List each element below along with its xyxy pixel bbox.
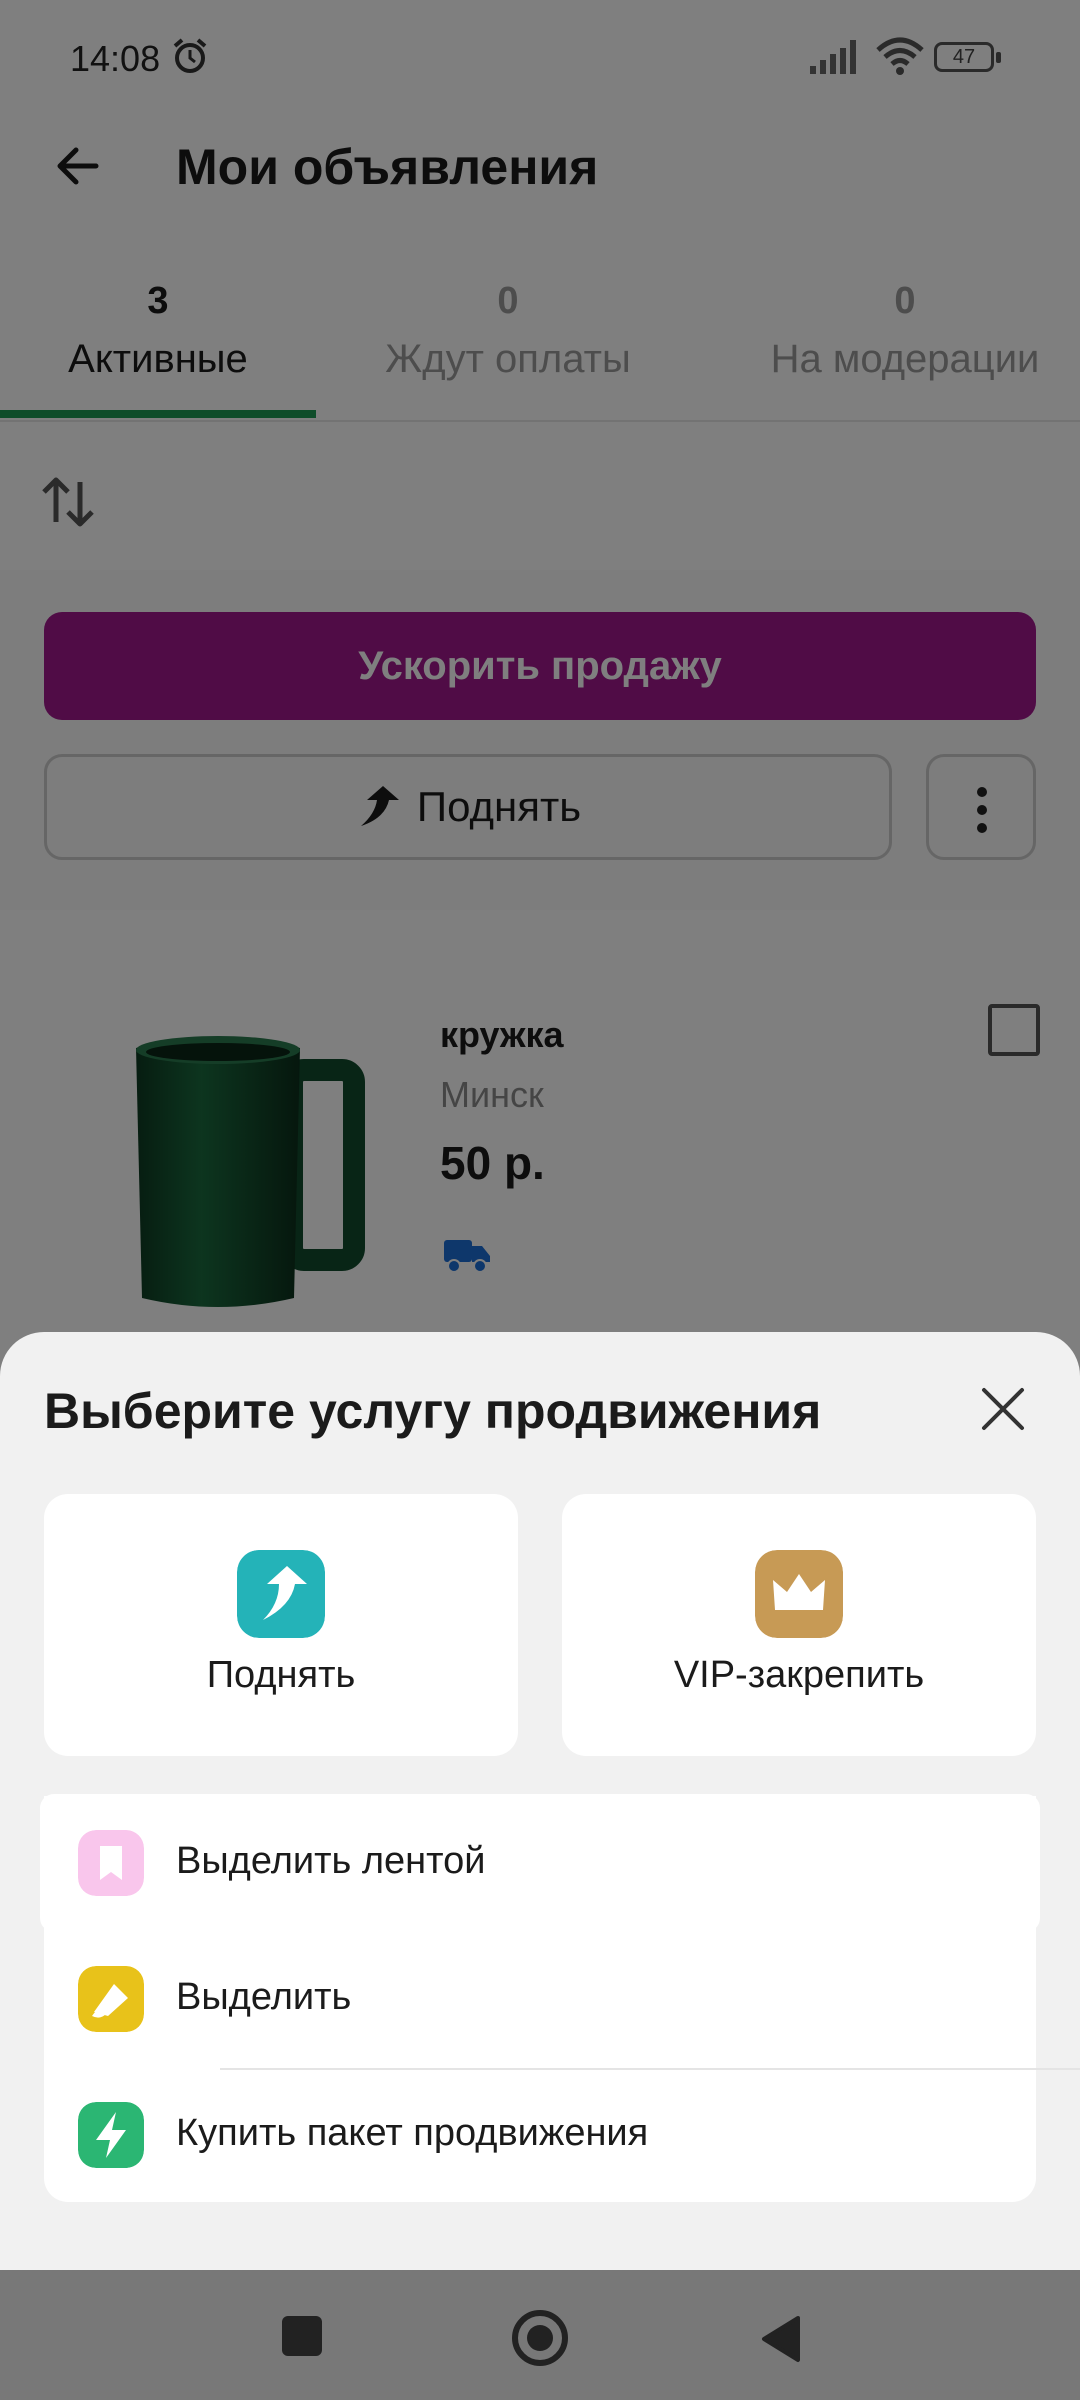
tile-label: VIP-закрепить: [673, 1654, 925, 1696]
vip-pin-tile[interactable]: VIP-закрепить: [562, 1494, 1036, 1756]
crown-icon: [755, 1550, 843, 1638]
tile-label: Поднять: [206, 1654, 356, 1696]
option-buy-package[interactable]: Купить пакет продвижения: [44, 2068, 1036, 2202]
option-label: Выделить: [176, 1976, 352, 2018]
option-label: Выделить лентой: [176, 1840, 486, 1882]
paint-icon: [78, 1966, 144, 2032]
home-icon[interactable]: [512, 2310, 568, 2366]
back-triangle-icon[interactable]: [758, 2314, 802, 2364]
nav-scrim: [0, 2270, 1080, 2400]
option-highlight[interactable]: Выделить: [44, 1932, 1036, 2066]
sheet-title: Выберите услугу продвижения: [44, 1383, 822, 1439]
option-ribbon[interactable]: Выделить лентой: [44, 1796, 1036, 1930]
recents-icon[interactable]: [282, 2316, 322, 2356]
raise-arrow-icon: [237, 1550, 325, 1638]
raise-service-tile[interactable]: Поднять: [44, 1494, 518, 1756]
close-icon[interactable]: [980, 1386, 1026, 1432]
bookmark-icon: [78, 1830, 144, 1896]
option-ribbon-highlight[interactable]: Выделить лентой: [40, 1794, 1040, 1932]
option-label: Купить пакет продвижения: [176, 2112, 649, 2154]
lightning-icon: [78, 2102, 144, 2168]
